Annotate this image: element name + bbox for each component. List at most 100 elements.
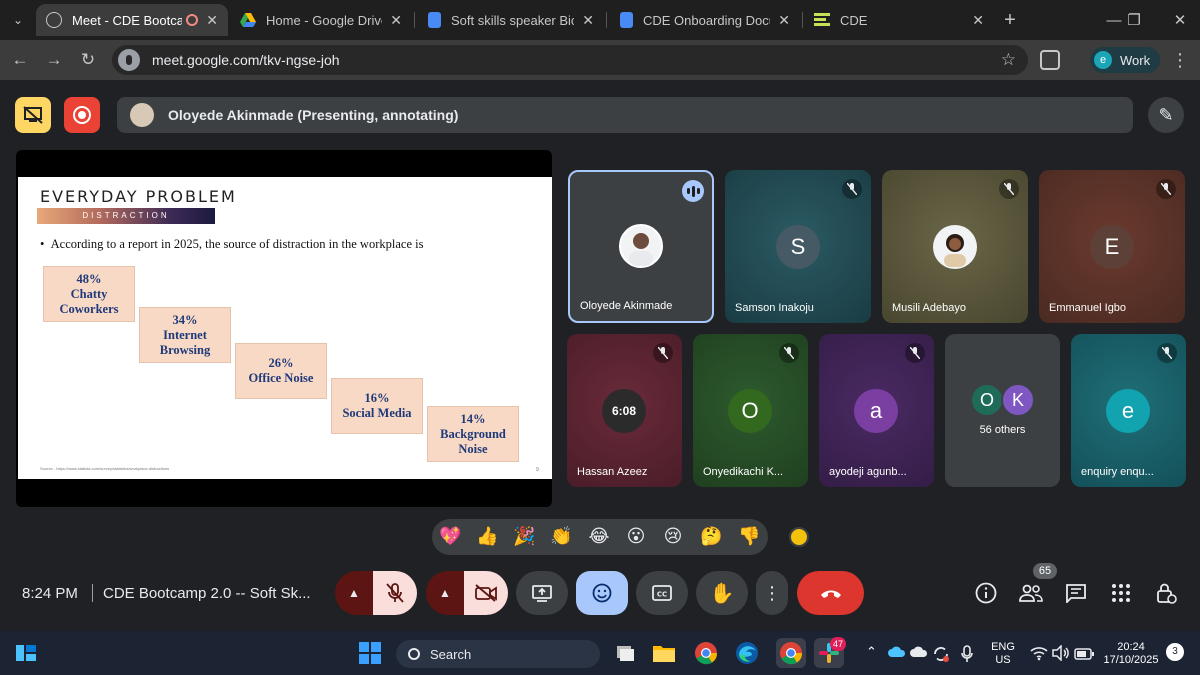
recording-dot-icon	[186, 14, 199, 26]
meeting-title: CDE Bootcamp 2.0 -- Soft Sk...	[103, 585, 311, 602]
surprised-reaction[interactable]: 😮	[625, 526, 647, 548]
participant-tile[interactable]: O Onyedikachi K...	[693, 334, 808, 487]
back-arrow-icon[interactable]: ←	[6, 46, 34, 74]
presenter-text: Oloyede Akinmade (Presenting, annotating…	[168, 107, 459, 123]
recording-button[interactable]	[64, 97, 100, 133]
party-popper-reaction[interactable]: 🎉	[513, 526, 535, 548]
cloud-icon[interactable]	[910, 645, 928, 663]
chat-icon[interactable]	[1063, 580, 1089, 606]
wifi-icon[interactable]	[1030, 645, 1048, 663]
leave-call-button[interactable]	[797, 571, 864, 615]
browser-menu-icon[interactable]: ⋮	[1170, 50, 1190, 70]
close-tab-icon[interactable]: ✕	[778, 12, 790, 29]
slide-page-number: 9	[536, 467, 539, 473]
people-icon[interactable]	[1018, 580, 1044, 606]
widgets-icon[interactable]	[14, 641, 38, 665]
tab-google-drive[interactable]: Home - Google Drive ✕	[230, 4, 412, 36]
microphone-tray-icon[interactable]	[960, 645, 974, 663]
close-tab-icon[interactable]: ✕	[390, 12, 402, 29]
participant-tile[interactable]: S Samson Inakoju	[725, 170, 871, 323]
search-icon	[408, 648, 420, 660]
new-tab-button[interactable]: +	[998, 8, 1022, 32]
taskbar-clock[interactable]: 20:24 17/10/2025	[1100, 641, 1162, 667]
thumbs-down-reaction[interactable]: 👎	[738, 526, 760, 548]
annotate-pencil-icon[interactable]: ✎	[1148, 97, 1184, 133]
reload-icon[interactable]: ↻	[74, 46, 102, 74]
close-tab-icon[interactable]: ✕	[206, 12, 218, 29]
edge-icon[interactable]	[735, 641, 759, 665]
tab-search-chevron-icon[interactable]: ⌄	[6, 8, 30, 32]
video-options-button[interactable]: ▲	[426, 571, 464, 615]
profile-button[interactable]: e Work	[1090, 47, 1160, 73]
notification-count-badge[interactable]: 3	[1166, 643, 1184, 661]
participant-avatar: e	[1106, 389, 1150, 433]
windows-start-icon[interactable]	[358, 641, 382, 665]
extensions-icon[interactable]	[1040, 50, 1060, 70]
crying-reaction[interactable]: 😢	[662, 526, 684, 548]
svg-text:CC: CC	[657, 591, 667, 599]
close-tab-icon[interactable]: ✕	[972, 12, 984, 29]
thinking-reaction[interactable]: 🤔	[700, 526, 722, 548]
stat-line: 34%	[172, 312, 198, 327]
captions-button[interactable]: CC	[636, 571, 688, 615]
participant-name: Samson Inakoju	[735, 302, 814, 314]
clapping-reaction[interactable]: 👏	[550, 526, 572, 548]
taskbar-search[interactable]: Search	[396, 640, 600, 668]
close-tab-icon[interactable]: ✕	[582, 12, 594, 29]
audio-options-button[interactable]: ▲	[335, 571, 373, 615]
url-text[interactable]: meet.google.com/tkv-ngse-joh	[152, 52, 340, 68]
participant-tile[interactable]: e enquiry enqu...	[1071, 334, 1186, 487]
battery-icon[interactable]	[1074, 645, 1094, 663]
participant-tile[interactable]: 6:08 Hassan Azeez	[567, 334, 682, 487]
stop-presenting-button[interactable]	[15, 97, 51, 133]
tab-onboarding-doc[interactable]: CDE Onboarding Docum ✕	[610, 4, 800, 36]
skin-tone-picker[interactable]	[789, 527, 809, 547]
participant-tile[interactable]: a ayodeji agunb...	[819, 334, 934, 487]
raise-hand-button[interactable]: ✋	[696, 571, 748, 615]
taskbar-time: 20:24	[1117, 641, 1145, 653]
input-language[interactable]: ENG US	[986, 641, 1020, 667]
activities-grid-icon[interactable]	[1108, 580, 1134, 606]
tab-speaker-bio[interactable]: Soft skills speaker Bio - G ✕	[418, 4, 604, 36]
participant-name: Onyedikachi K...	[703, 466, 784, 478]
task-view-icon[interactable]	[613, 641, 637, 665]
others-tile[interactable]: O K 56 others	[945, 334, 1060, 487]
mic-off-icon	[1157, 343, 1177, 363]
more-options-button[interactable]: ⋮	[756, 571, 788, 615]
host-controls-lock-icon[interactable]	[1153, 580, 1179, 606]
divider	[92, 584, 93, 602]
forward-arrow-icon[interactable]: →	[40, 46, 68, 74]
others-avatar: K	[1001, 383, 1035, 417]
sparkling-heart-reaction[interactable]: 💖	[439, 526, 461, 548]
globe-icon	[46, 12, 62, 28]
file-explorer-icon[interactable]	[652, 641, 676, 665]
emoji-reactions-button[interactable]	[576, 571, 628, 615]
sync-icon[interactable]	[932, 645, 950, 663]
chrome-icon[interactable]	[694, 641, 718, 665]
bookmark-star-icon[interactable]: ☆	[1001, 50, 1016, 70]
google-docs-icon	[620, 12, 633, 28]
others-label: 56 others	[979, 424, 1026, 436]
thumbs-up-reaction[interactable]: 👍	[476, 526, 498, 548]
volume-icon[interactable]	[1052, 644, 1070, 663]
participant-tile[interactable]: Musili Adebayo	[882, 170, 1028, 323]
mic-in-use-icon[interactable]	[118, 49, 140, 71]
camera-toggle-button[interactable]	[464, 571, 508, 615]
onedrive-cloud-icon[interactable]	[888, 645, 906, 663]
presentation-off-icon	[23, 106, 43, 124]
address-bar[interactable]: meet.google.com/tkv-ngse-joh ☆	[112, 45, 1028, 75]
restore-window-icon[interactable]: ❐	[1114, 6, 1154, 34]
laughing-reaction[interactable]: 😂	[588, 526, 610, 548]
microphone-toggle-button[interactable]	[373, 571, 417, 615]
participant-tile[interactable]: E Emmanuel Igbo	[1039, 170, 1185, 323]
tab-meet[interactable]: Meet - CDE Bootcamp ✕	[36, 4, 228, 36]
tray-chevron-up-icon[interactable]: ⌃	[866, 645, 877, 658]
participant-tile[interactable]: Oloyede Akinmade	[568, 170, 714, 323]
participant-avatar: a	[854, 389, 898, 433]
present-screen-button[interactable]	[516, 571, 568, 615]
presenter-avatar	[130, 103, 154, 127]
meeting-info-icon[interactable]	[973, 580, 999, 606]
close-window-icon[interactable]: ✕	[1160, 6, 1200, 34]
tab-cde[interactable]: CDE ✕	[804, 4, 994, 36]
chrome-profile-running-icon[interactable]	[776, 638, 806, 668]
